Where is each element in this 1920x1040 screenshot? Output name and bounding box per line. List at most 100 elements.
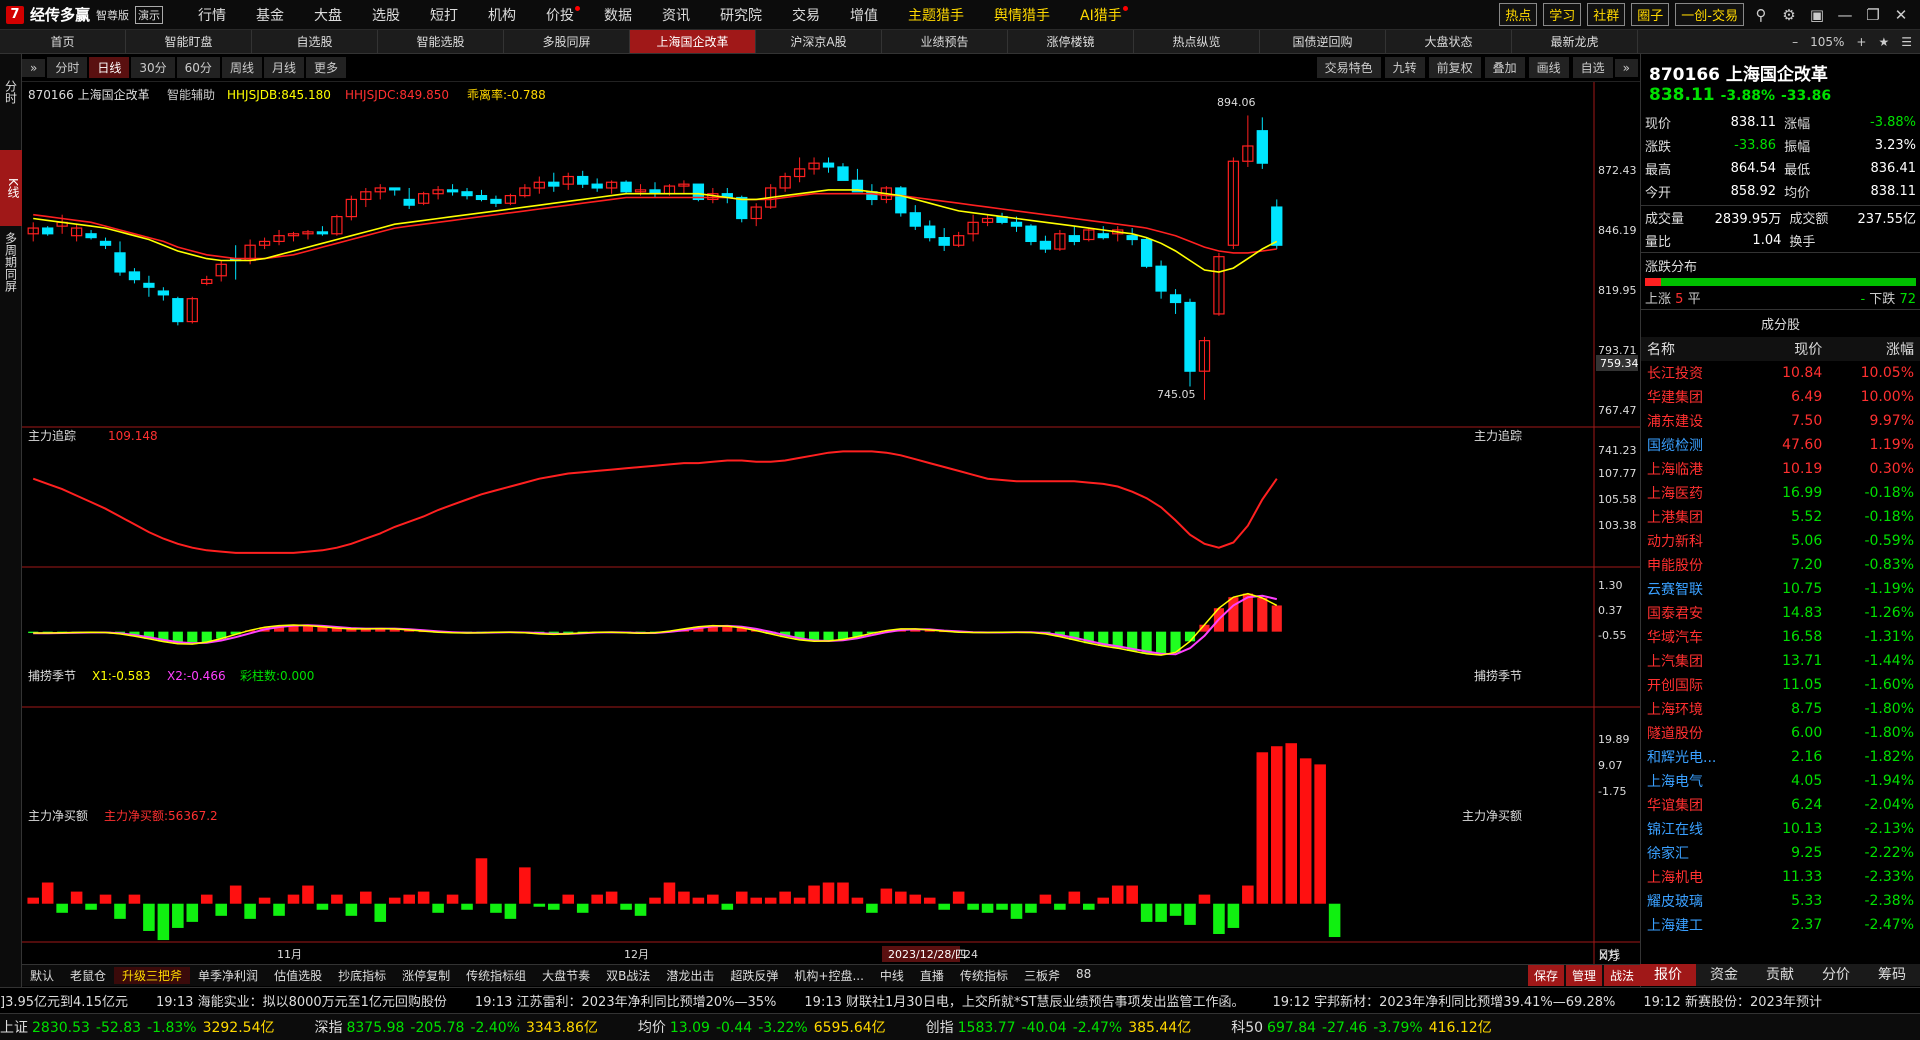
- indicator-tab[interactable]: 双B战法: [598, 967, 658, 984]
- strategy-button[interactable]: 战法: [1603, 965, 1640, 986]
- trade-button[interactable]: 一创-交易: [1675, 3, 1744, 26]
- menu-item[interactable]: 舆情猎手: [979, 5, 1065, 25]
- zoom-out-icon[interactable]: –: [1792, 30, 1798, 54]
- period-button[interactable]: 60分: [176, 57, 220, 78]
- constituent-row[interactable]: 浦东建设 7.50 9.97%: [1641, 409, 1920, 433]
- tab-item[interactable]: 沪深京A股: [756, 30, 882, 53]
- constituent-row[interactable]: 上海环境 8.75 -1.80%: [1641, 697, 1920, 721]
- stock-name[interactable]: 国泰君安: [1641, 601, 1755, 625]
- indicator-tab[interactable]: 升级三把斧: [114, 967, 191, 984]
- index-item[interactable]: 深指 8375.98 -205.78 -2.40% 3343.86亿: [314, 1017, 597, 1037]
- tab-item[interactable]: 首页: [0, 30, 126, 53]
- stock-name[interactable]: 华域汽车: [1641, 625, 1755, 649]
- constituent-row[interactable]: 云赛智联 10.75 -1.19%: [1641, 577, 1920, 601]
- menu-icon[interactable]: ☰: [1901, 30, 1912, 54]
- minimize-icon[interactable]: —: [1834, 6, 1856, 24]
- stock-name[interactable]: 耀皮玻璃: [1641, 889, 1755, 913]
- quote-tab[interactable]: 分价: [1808, 964, 1864, 986]
- side-tab-kline[interactable]: K线: [0, 150, 22, 226]
- kline-svg[interactable]: 870166 上海国企改革 智能辅助 HHJSJDB:845.180 HHJSJ…: [22, 82, 1640, 964]
- period-button[interactable]: 周线: [221, 57, 262, 78]
- menu-item[interactable]: 资讯: [647, 5, 705, 25]
- hot-button[interactable]: 热点: [1499, 3, 1538, 26]
- chart-area[interactable]: 870166 上海国企改革 智能辅助 HHJSJDB:845.180 HHJSJ…: [22, 82, 1640, 964]
- constituent-row[interactable]: 上海建工 2.37 -2.47%: [1641, 913, 1920, 937]
- stock-name[interactable]: 上汽集团: [1641, 649, 1755, 673]
- menu-item[interactable]: 选股: [357, 5, 415, 25]
- news-item[interactable]: 19:13 财联社1月30日电，上交所就*ST慧辰业绩预告事项发出监管工作函。: [804, 991, 1244, 1010]
- news-item[interactable]: 19:13 海能实业：拟以8000万元至1亿元回购股份: [156, 991, 447, 1010]
- menu-item[interactable]: 增值: [835, 5, 893, 25]
- constituent-row[interactable]: 隧道股份 6.00 -1.80%: [1641, 721, 1920, 745]
- stock-name[interactable]: 浦东建设: [1641, 409, 1755, 433]
- tab-item[interactable]: 大盘状态: [1386, 30, 1512, 53]
- indicator-tab[interactable]: 机构+控盘...: [786, 967, 872, 984]
- menu-item[interactable]: AI猎手: [1065, 5, 1137, 25]
- news-item[interactable]: ]3.95亿元到4.15亿元: [0, 991, 128, 1010]
- news-item[interactable]: 19:12 宇邦新材：2023年净利同比预增39.41%—69.28%: [1273, 991, 1616, 1010]
- indicator-tab[interactable]: 老鼠仓: [62, 967, 114, 984]
- index-item[interactable]: 上证 2830.53 -52.83 -1.83% 3292.54亿: [0, 1017, 274, 1037]
- stock-name[interactable]: 锦江在线: [1641, 817, 1755, 841]
- chart-tool-button[interactable]: 画线: [1528, 57, 1569, 78]
- indicator-tab[interactable]: 传统指标组: [458, 967, 534, 984]
- indicator-tab[interactable]: 传统指标: [952, 967, 1016, 984]
- zoom-in-icon[interactable]: +: [1856, 30, 1866, 54]
- menu-item[interactable]: 基金: [241, 5, 299, 25]
- constituent-row[interactable]: 华建集团 6.49 10.00%: [1641, 385, 1920, 409]
- stock-name[interactable]: 上港集团: [1641, 505, 1755, 529]
- index-item[interactable]: 创指 1583.77 -40.04 -2.47% 385.44亿: [926, 1017, 1192, 1037]
- chart-tool-button[interactable]: 前复权: [1428, 57, 1481, 78]
- restore-icon[interactable]: ❐: [1862, 6, 1884, 24]
- quote-tab[interactable]: 贡献: [1752, 964, 1808, 986]
- expand-icon[interactable]: »: [22, 58, 46, 77]
- menu-item[interactable]: 交易: [777, 5, 835, 25]
- constituent-row[interactable]: 华谊集团 6.24 -2.04%: [1641, 793, 1920, 817]
- menu-item[interactable]: 研究院: [705, 5, 777, 25]
- indicator-tab[interactable]: 三板斧: [1016, 967, 1068, 984]
- tab-item[interactable]: 自选股: [252, 30, 378, 53]
- col-header[interactable]: 涨幅: [1828, 337, 1920, 361]
- gear-icon[interactable]: ⚙: [1778, 6, 1800, 24]
- menu-item[interactable]: 机构: [473, 5, 531, 25]
- manage-button[interactable]: 管理: [1565, 965, 1602, 986]
- tab-item[interactable]: 智能选股: [378, 30, 504, 53]
- news-item[interactable]: 19:12 新赛股份：2023年预计: [1643, 991, 1822, 1010]
- constituent-row[interactable]: 开创国际 11.05 -1.60%: [1641, 673, 1920, 697]
- stock-name[interactable]: 国缆检测: [1641, 433, 1755, 457]
- constituent-row[interactable]: 锦江在线 10.13 -2.13%: [1641, 817, 1920, 841]
- demo-badge[interactable]: 演示: [135, 5, 164, 24]
- period-button[interactable]: 更多: [305, 57, 346, 78]
- stock-name[interactable]: 和辉光电...: [1641, 745, 1755, 769]
- constituent-row[interactable]: 上海临港 10.19 0.30%: [1641, 457, 1920, 481]
- stock-name[interactable]: 徐家汇: [1641, 841, 1755, 865]
- stock-name[interactable]: 长江投资: [1641, 361, 1755, 385]
- stock-name[interactable]: 云赛智联: [1641, 577, 1755, 601]
- indicator-tab[interactable]: 潜龙出击: [658, 967, 722, 984]
- stock-name[interactable]: 动力新科: [1641, 529, 1755, 553]
- period-button[interactable]: 30分: [131, 57, 175, 78]
- quote-tab[interactable]: 资金: [1696, 964, 1752, 986]
- close-icon[interactable]: ✕: [1890, 6, 1912, 24]
- chart-tool-button[interactable]: 自选: [1572, 57, 1613, 78]
- menu-item[interactable]: 数据: [589, 5, 647, 25]
- menu-item[interactable]: 主题猎手: [893, 5, 979, 25]
- constituent-row[interactable]: 上汽集团 13.71 -1.44%: [1641, 649, 1920, 673]
- constituent-row[interactable]: 申能股份 7.20 -0.83%: [1641, 553, 1920, 577]
- tab-item[interactable]: 智能盯盘: [126, 30, 252, 53]
- tab-item[interactable]: 国债逆回购: [1260, 30, 1386, 53]
- chart-tool-button[interactable]: 叠加: [1484, 57, 1525, 78]
- menu-item[interactable]: 行情: [183, 5, 241, 25]
- period-button[interactable]: 日线: [89, 57, 130, 78]
- indicator-tab[interactable]: 抄底指标: [330, 967, 394, 984]
- assist-label[interactable]: 智能辅助: [167, 87, 215, 102]
- window-icon[interactable]: ▣: [1806, 6, 1828, 24]
- col-header[interactable]: 名称: [1641, 337, 1756, 361]
- constituent-row[interactable]: 动力新科 5.06 -0.59%: [1641, 529, 1920, 553]
- constituent-row[interactable]: 徐家汇 9.25 -2.22%: [1641, 841, 1920, 865]
- indicator-tab[interactable]: 大盘节奏: [534, 967, 598, 984]
- stock-name[interactable]: 上海医药: [1641, 481, 1755, 505]
- constituent-row[interactable]: 耀皮玻璃 5.33 -2.38%: [1641, 889, 1920, 913]
- star-icon[interactable]: ★: [1878, 30, 1889, 54]
- indicator-tab[interactable]: 涨停复制: [394, 967, 458, 984]
